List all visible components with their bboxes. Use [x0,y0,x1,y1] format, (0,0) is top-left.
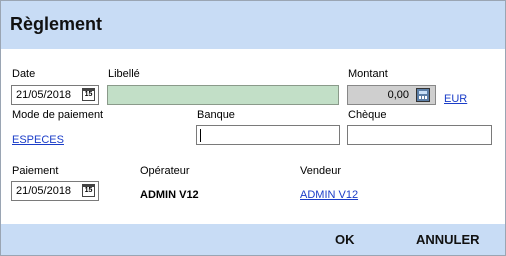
mode-paiement-label: Mode de paiement [12,109,104,121]
paiement-date-field[interactable]: 21/05/2018 15 [11,181,99,201]
banque-field[interactable] [196,125,340,145]
cancel-button[interactable]: ANNULER [416,232,480,247]
operateur-value: ADMIN V12 [140,189,199,201]
calendar-icon[interactable]: 15 [82,184,95,197]
cheque-field[interactable] [347,125,492,145]
dialog-title: Règlement [10,14,103,34]
vendeur-link[interactable]: ADMIN V12 [300,189,358,201]
mode-paiement-link[interactable]: ESPECES [12,134,64,146]
montant-value: 0,00 [387,89,409,101]
reglement-dialog: Règlement Date 21/05/2018 15 Libellé Mon… [0,0,506,256]
operateur-label: Opérateur [140,165,190,177]
calculator-icon[interactable] [416,88,430,102]
text-cursor [200,129,201,142]
libelle-field[interactable] [107,85,339,105]
title-bar: Règlement [1,1,505,49]
banque-label: Banque [197,109,235,121]
montant-label: Montant [348,68,388,80]
date-label: Date [12,68,36,80]
libelle-label: Libellé [108,68,140,80]
paiement-date-value: 21/05/2018 [16,185,72,197]
ok-button[interactable]: OK [335,232,355,247]
calendar-icon[interactable]: 15 [82,88,95,101]
montant-field[interactable]: 0,00 [347,85,436,105]
cheque-label: Chèque [348,109,387,121]
currency-link[interactable]: EUR [444,93,467,105]
button-bar: OK ANNULER [1,224,505,255]
date-field[interactable]: 21/05/2018 15 [11,85,99,105]
paiement-label: Paiement [12,165,59,177]
date-value: 21/05/2018 [16,89,72,101]
vendeur-label: Vendeur [300,165,341,177]
